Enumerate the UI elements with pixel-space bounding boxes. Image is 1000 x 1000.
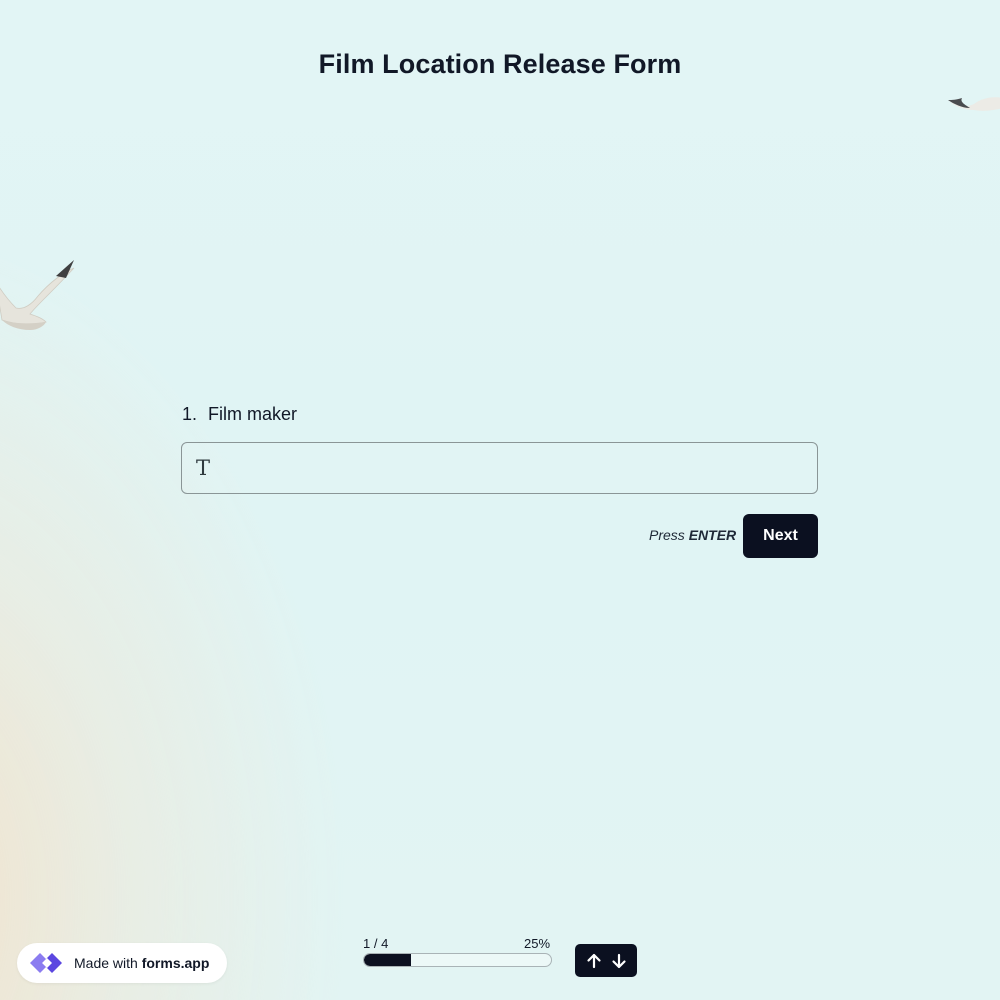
form-title: Film Location Release Form xyxy=(318,49,682,79)
question-text: Film maker xyxy=(208,404,298,424)
badge-brand: forms.app xyxy=(141,955,210,971)
made-with-badge[interactable]: Made with forms.app xyxy=(17,943,227,983)
enter-hint-prefix: Press xyxy=(649,527,685,543)
arrow-up-icon[interactable] xyxy=(585,952,603,970)
progress-percent: 25% xyxy=(524,936,551,951)
question-navigation xyxy=(575,944,637,977)
enter-hint: Press ENTER xyxy=(649,527,736,543)
arrow-down-icon[interactable] xyxy=(610,952,628,970)
forms-app-logo-icon xyxy=(30,953,62,973)
badge-prefix: Made with xyxy=(74,955,138,971)
text-type-icon: T xyxy=(196,456,211,480)
question-number: 1. xyxy=(182,404,198,424)
enter-hint-key: ENTER xyxy=(688,527,737,543)
next-button[interactable]: Next xyxy=(743,514,818,558)
progress-fill xyxy=(364,954,411,966)
film-maker-input[interactable]: T xyxy=(181,442,818,494)
question-label: 1. Film maker xyxy=(182,404,297,425)
progress-bar xyxy=(363,953,552,967)
seagull-illustration xyxy=(948,97,1000,111)
progress-count: 1 / 4 xyxy=(363,936,389,951)
seagull-illustration xyxy=(0,260,75,330)
